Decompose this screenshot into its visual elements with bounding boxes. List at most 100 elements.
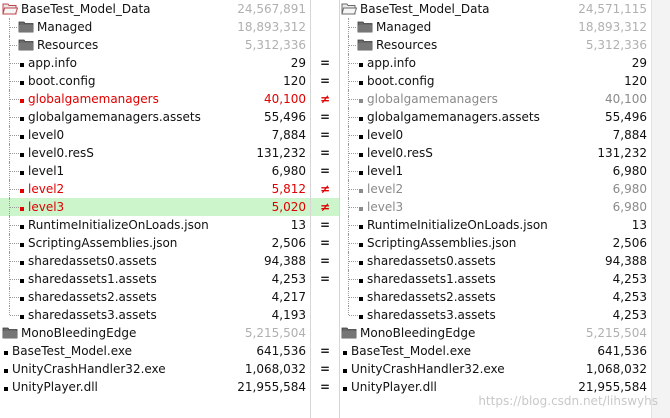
left-tree-row[interactable]: Managed 18,893,312 — [0, 18, 310, 36]
tree-guide-tick — [349, 63, 358, 64]
right-tree-row[interactable]: level0 7,884 — [339, 126, 651, 144]
right-tree-row[interactable]: BaseTest_Model.exe 641,536 — [339, 342, 651, 360]
left-tree-row[interactable]: sharedassets0.assets 94,388 — [0, 252, 310, 270]
file-bullet-icon — [20, 126, 24, 144]
right-tree-row[interactable]: level2 6,980 — [339, 180, 651, 198]
right-tree-row[interactable]: ScriptingAssemblies.json 2,506 — [339, 234, 651, 252]
tree-guide-tick — [10, 225, 19, 226]
file-bullet-icon — [4, 378, 8, 396]
item-name: sharedassets2.assets — [28, 290, 157, 304]
file-bullet-icon — [359, 54, 363, 72]
left-tree-row[interactable]: BaseTest_Model_Data 24,567,891 — [0, 0, 310, 18]
left-tree-row[interactable]: globalgamemanagers 40,100 — [0, 90, 310, 108]
tree-guide-tick — [10, 279, 19, 280]
item-name: globalgamemanagers.assets — [367, 110, 540, 124]
right-tree-row[interactable]: sharedassets0.assets 94,388 — [339, 252, 651, 270]
left-tree-row[interactable]: level3 5,020 — [0, 198, 310, 216]
vertical-scrollbar[interactable] — [651, 0, 670, 418]
left-tree-row[interactable]: RuntimeInitializeOnLoads.json 13 — [0, 216, 310, 234]
right-tree-row[interactable]: boot.config 120 — [339, 72, 651, 90]
not-equal-marker: ≠ — [319, 182, 331, 196]
left-tree-row[interactable]: globalgamemanagers.assets 55,496 — [0, 108, 310, 126]
item-name: UnityCrashHandler32.exe — [351, 362, 505, 376]
tree-guide-tick — [10, 207, 19, 208]
right-tree-row[interactable]: level3 6,980 — [339, 198, 651, 216]
file-bullet-icon — [4, 342, 8, 360]
item-size: 5,215,504 — [244, 326, 306, 340]
item-name: sharedassets2.assets — [367, 290, 496, 304]
item-name: boot.config — [28, 74, 96, 88]
right-tree-row[interactable]: Managed 18,893,312 — [339, 18, 651, 36]
equal-marker: = — [319, 164, 331, 178]
left-tree-row[interactable]: sharedassets1.assets 4,253 — [0, 270, 310, 288]
left-tree-row[interactable]: level1 6,980 — [0, 162, 310, 180]
file-bullet-icon — [359, 234, 363, 252]
item-name: MonoBleedingEdge — [21, 326, 137, 340]
folder-icon — [2, 324, 18, 342]
item-name: BaseTest_Model.exe — [351, 344, 471, 358]
item-name: level2 — [367, 182, 404, 196]
item-size: 29 — [290, 56, 306, 70]
item-size: 6,980 — [612, 182, 647, 196]
left-folder-pane[interactable]: BaseTest_Model_Data 24,567,891 Managed 18,8… — [0, 0, 310, 418]
left-tree-row[interactable]: boot.config 120 — [0, 72, 310, 90]
item-size: 55,496 — [264, 110, 306, 124]
file-bullet-icon — [359, 144, 363, 162]
file-bullet-icon — [359, 198, 363, 216]
left-tree-row[interactable]: Resources 5,312,336 — [0, 36, 310, 54]
item-size: 94,388 — [605, 254, 647, 268]
item-size: 131,232 — [256, 146, 306, 160]
right-tree-row[interactable]: level1 6,980 — [339, 162, 651, 180]
right-tree-row[interactable]: UnityCrashHandler32.exe 1,068,032 — [339, 360, 651, 378]
left-tree-row[interactable]: UnityCrashHandler32.exe 1,068,032 — [0, 360, 310, 378]
item-name: sharedassets0.assets — [28, 254, 157, 268]
right-tree-row[interactable]: MonoBleedingEdge 5,215,504 — [339, 324, 651, 342]
item-size: 29 — [631, 56, 647, 70]
tree-guide-tick — [349, 81, 358, 82]
right-tree-row[interactable]: sharedassets1.assets 4,253 — [339, 270, 651, 288]
tree-guide-tick — [349, 27, 356, 28]
file-bullet-icon — [359, 126, 363, 144]
left-tree-row[interactable]: MonoBleedingEdge 5,215,504 — [0, 324, 310, 342]
item-size: 131,232 — [597, 146, 647, 160]
item-name: level1 — [367, 164, 404, 178]
left-tree-row[interactable]: BaseTest_Model.exe 641,536 — [0, 342, 310, 360]
equal-marker: = — [319, 128, 331, 142]
item-name: RuntimeInitializeOnLoads.json — [367, 218, 548, 232]
right-tree-row[interactable]: sharedassets3.assets 4,253 — [339, 306, 651, 324]
item-size: 6,980 — [612, 200, 647, 214]
equal-marker: = — [319, 74, 331, 88]
item-name: UnityCrashHandler32.exe — [12, 362, 166, 376]
right-folder-pane[interactable]: BaseTest_Model_Data 24,571,115 Managed 18,8… — [339, 0, 651, 418]
right-tree-row[interactable]: app.info 29 — [339, 54, 651, 72]
tree-guide-tick — [349, 153, 358, 154]
tree-guide-tick — [349, 261, 358, 262]
right-tree-row[interactable]: globalgamemanagers 40,100 — [339, 90, 651, 108]
tree-guide-tick — [349, 243, 358, 244]
file-bullet-icon — [20, 180, 24, 198]
right-tree-row[interactable]: sharedassets2.assets 4,253 — [339, 288, 651, 306]
file-bullet-icon — [343, 342, 347, 360]
left-tree-row[interactable]: level0.resS 131,232 — [0, 144, 310, 162]
tree-guide-tick — [10, 99, 19, 100]
tree-guide-tick — [10, 243, 19, 244]
left-tree-row[interactable]: UnityPlayer.dll 21,955,584 — [0, 378, 310, 396]
right-tree-row[interactable]: RuntimeInitializeOnLoads.json 13 — [339, 216, 651, 234]
left-tree-row[interactable]: sharedassets3.assets 4,193 — [0, 306, 310, 324]
right-tree-row[interactable]: BaseTest_Model_Data 24,571,115 — [339, 0, 651, 18]
left-tree-row[interactable]: app.info 29 — [0, 54, 310, 72]
item-name: level2 — [28, 182, 65, 196]
file-bullet-icon — [359, 108, 363, 126]
file-bullet-icon — [359, 180, 363, 198]
file-bullet-icon — [359, 162, 363, 180]
left-tree-row[interactable]: ScriptingAssemblies.json 2,506 — [0, 234, 310, 252]
item-size: 4,253 — [612, 308, 647, 322]
tree-guide-tick — [10, 315, 19, 316]
right-tree-row[interactable]: level0.resS 131,232 — [339, 144, 651, 162]
item-size: 7,884 — [271, 128, 306, 142]
left-tree-row[interactable]: level0 7,884 — [0, 126, 310, 144]
right-tree-row[interactable]: globalgamemanagers.assets 55,496 — [339, 108, 651, 126]
right-tree-row[interactable]: Resources 5,312,336 — [339, 36, 651, 54]
left-tree-row[interactable]: sharedassets2.assets 4,217 — [0, 288, 310, 306]
left-tree-row[interactable]: level2 5,812 — [0, 180, 310, 198]
